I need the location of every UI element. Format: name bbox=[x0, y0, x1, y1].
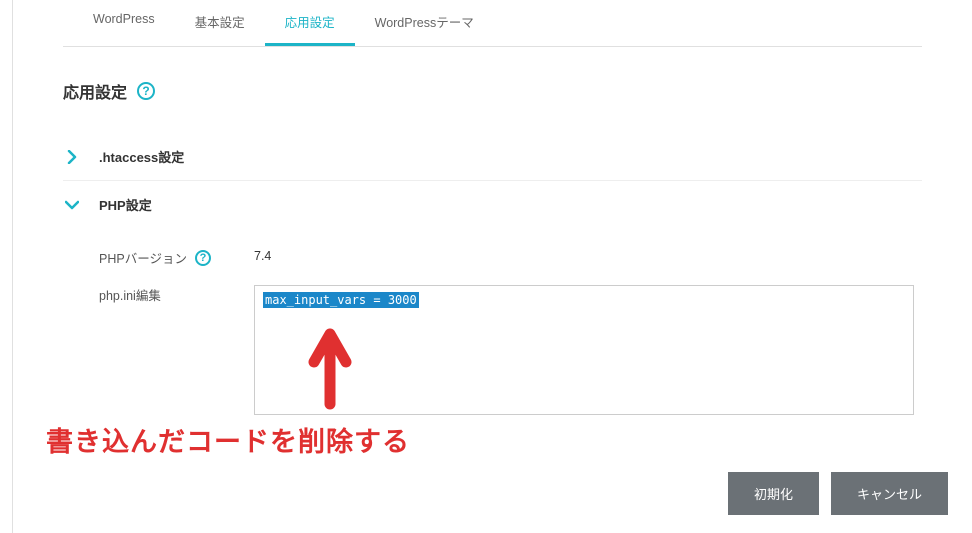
tab-advanced-settings[interactable]: 応用設定 bbox=[265, 0, 355, 46]
section-label-htaccess: .htaccess設定 bbox=[99, 147, 184, 166]
tab-wordpress[interactable]: WordPress bbox=[73, 0, 175, 46]
help-icon[interactable]: ? bbox=[195, 250, 211, 266]
php-version-label: PHPバージョン bbox=[99, 248, 187, 267]
php-version-label-wrap: PHPバージョン ? bbox=[99, 248, 254, 267]
page-title-row: 応用設定 ? bbox=[63, 79, 922, 103]
cancel-button[interactable]: キャンセル bbox=[831, 472, 948, 515]
help-icon[interactable]: ? bbox=[137, 82, 155, 100]
php-ini-row: php.ini編集 max_input_vars = 3000 bbox=[99, 285, 922, 415]
button-row: 初期化 キャンセル bbox=[728, 472, 948, 515]
chevron-right-icon bbox=[63, 150, 81, 164]
reset-button[interactable]: 初期化 bbox=[728, 472, 819, 515]
page-title: 応用設定 bbox=[63, 79, 127, 103]
php-version-row: PHPバージョン ? 7.4 bbox=[99, 248, 922, 267]
php-ini-content: max_input_vars = 3000 bbox=[263, 292, 419, 308]
php-ini-label: php.ini編集 bbox=[99, 285, 254, 304]
section-php[interactable]: PHP設定 bbox=[63, 181, 922, 228]
section-htaccess[interactable]: .htaccess設定 bbox=[63, 133, 922, 181]
tab-basic-settings[interactable]: 基本設定 bbox=[175, 0, 265, 46]
tab-wordpress-theme[interactable]: WordPressテーマ bbox=[355, 0, 494, 46]
php-version-value: 7.4 bbox=[254, 248, 271, 263]
php-settings-body: PHPバージョン ? 7.4 php.ini編集 max_input_vars … bbox=[63, 228, 922, 415]
chevron-down-icon bbox=[63, 200, 81, 210]
tabs: WordPress 基本設定 応用設定 WordPressテーマ bbox=[63, 0, 922, 47]
section-label-php: PHP設定 bbox=[99, 195, 152, 214]
php-ini-textarea[interactable]: max_input_vars = 3000 bbox=[254, 285, 914, 415]
